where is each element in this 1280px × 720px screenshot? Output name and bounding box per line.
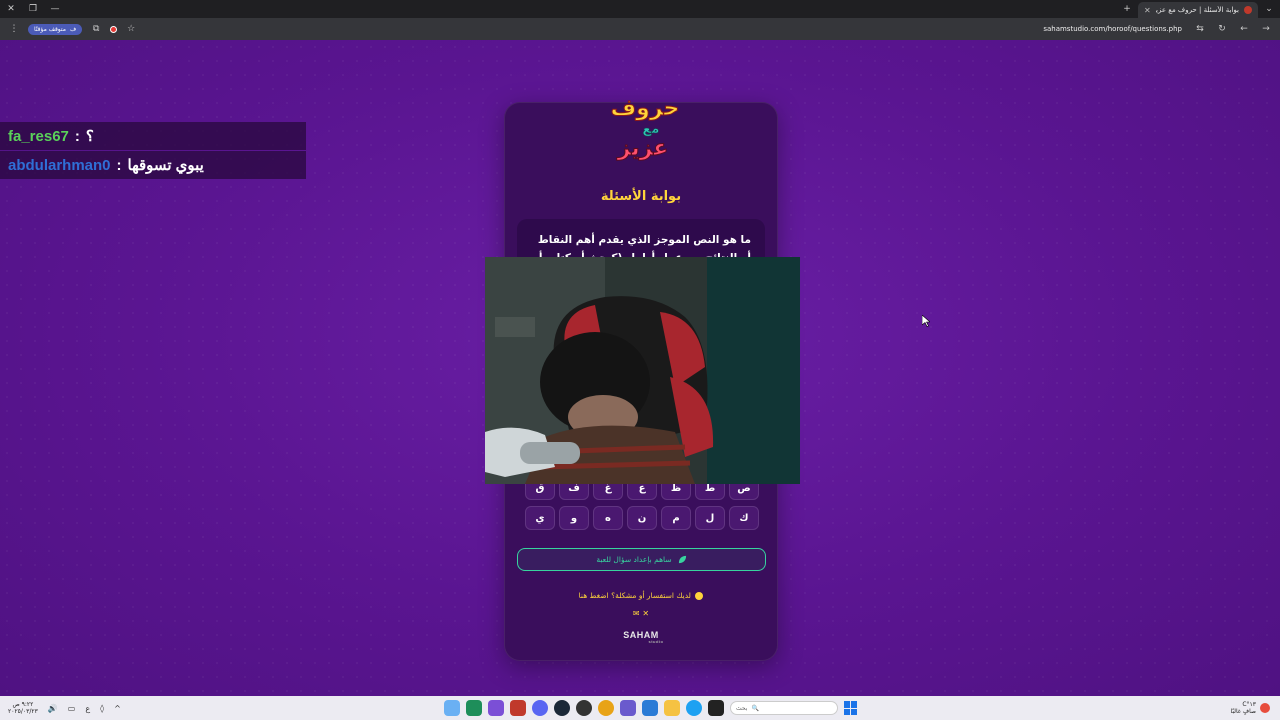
steam-icon[interactable] (554, 700, 570, 716)
tab-title: بوابة الأسئلة | حروف مع عزيز (1155, 6, 1239, 14)
app-icon[interactable] (642, 700, 658, 716)
start-button-icon[interactable] (844, 701, 858, 715)
clock[interactable]: ٩:٢٢ ص ٢٠٢٥/٠٣/٢٣ (8, 701, 38, 715)
tab-close-icon[interactable]: ✕ (1144, 6, 1151, 15)
obs-icon[interactable] (576, 700, 592, 716)
email-icon[interactable]: ✉ (633, 609, 640, 618)
tray-overflow-icon[interactable]: ^ (114, 704, 121, 713)
paused-profile-button[interactable]: متوقف مؤقتًا ف (28, 23, 83, 35)
windows-taskbar: ٩:٢٢ ص ٢٠٢٥/٠٣/٢٣ 🔊 ▭ ع ◊ ^ 🔍 بحث ١٣°C ص… (0, 696, 1280, 720)
svg-text:عزيز: عزيز (617, 136, 669, 161)
letter-key[interactable]: م (661, 506, 691, 530)
bookmark-star-icon[interactable]: ☆ (123, 24, 139, 34)
contribute-question-button[interactable]: ساهم بإعداد سؤال للعبة (517, 548, 766, 571)
browser-tab[interactable]: بوابة الأسئلة | حروف مع عزيز ✕ (1138, 2, 1258, 18)
reload-icon[interactable]: ↻ (1214, 24, 1230, 34)
address-toolbar: ⋮ متوقف مؤقتًا ف ⧉ ☆ sahamstudio.com/hor… (0, 18, 1280, 40)
saham-logo: SAHAM studio (505, 630, 777, 644)
menu-dots-icon[interactable]: ⋮ (6, 24, 22, 34)
search-placeholder: بحث (736, 704, 748, 712)
forward-icon[interactable]: → (1258, 24, 1274, 34)
search-icon: 🔍 (751, 704, 759, 712)
chat-username: fa_res67 (8, 127, 69, 145)
inquiry-label: لديك استفسار أو مشكلة؟ اضغط هنا (578, 591, 691, 600)
letter-grid: ص ط ظ ع غ ف ق ك ل م ن ه و ي (525, 476, 759, 530)
info-icon (695, 592, 704, 600)
chrome-icon[interactable] (598, 700, 614, 716)
letter-key[interactable]: ن (627, 506, 657, 530)
letter-key[interactable]: ه (593, 506, 623, 530)
letter-key[interactable]: ل (695, 506, 725, 530)
file-explorer-icon[interactable] (664, 700, 680, 716)
svg-text:حروف: حروف (611, 96, 680, 121)
x-icon[interactable]: ✕ (642, 609, 649, 618)
horoof-logo: حروف مع عزيز (610, 96, 680, 162)
network-icon[interactable]: ▭ (68, 704, 76, 713)
language-indicator[interactable]: ع (85, 704, 90, 713)
clock-date: ٢٠٢٥/٠٣/٢٣ (8, 708, 38, 715)
leaf-icon (678, 555, 686, 564)
app-icon[interactable] (466, 700, 482, 716)
system-tray-left: ٩:٢٢ ص ٢٠٢٥/٠٣/٢٣ 🔊 ▭ ع ◊ ^ (0, 696, 121, 720)
inquiry-link[interactable]: لديك استفسار أو مشكلة؟ اضغط هنا (505, 591, 777, 600)
tab-favicon-icon (1244, 6, 1252, 14)
close-window-icon[interactable]: ✕ (0, 0, 22, 18)
browser-tab-bar: ✕ ❐ — + بوابة الأسئلة | حروف مع عزيز ✕ ⌄ (0, 0, 1280, 18)
taskbar-search[interactable]: 🔍 بحث (730, 701, 838, 715)
restore-window-icon[interactable]: ❐ (22, 0, 44, 18)
url-field[interactable]: sahamstudio.com/horoof/questions.php (145, 25, 1186, 33)
mouse-cursor-icon (922, 315, 930, 327)
site-settings-icon[interactable]: ⇆ (1192, 24, 1208, 34)
recording-icon[interactable] (110, 25, 118, 33)
minimize-window-icon[interactable]: — (44, 0, 66, 18)
weather-widget[interactable]: ١٣°C صافٍ غالبًا (1231, 696, 1270, 720)
edge-icon[interactable] (686, 700, 702, 716)
social-links: ✉ ✕ (505, 609, 777, 618)
terminal-icon[interactable] (708, 700, 724, 716)
chat-message: fa_res67 : ؟ (0, 122, 306, 150)
extensions-icon[interactable]: ⧉ (88, 24, 104, 34)
webcam-feed (485, 257, 800, 484)
taskbar-apps: 🔍 بحث (444, 696, 858, 720)
task-view-icon[interactable] (444, 700, 460, 716)
chat-username: abdularhman0 (8, 156, 111, 174)
app-icon[interactable] (510, 700, 526, 716)
letter-key[interactable]: ك (729, 506, 759, 530)
letter-key[interactable]: و (559, 506, 589, 530)
chat-text: يبوي تسوقها (127, 157, 204, 174)
tab-search-icon[interactable]: ⌄ (1258, 0, 1280, 18)
chat-text: ؟ (85, 128, 94, 145)
profile-initial: ف (69, 25, 77, 33)
volume-icon[interactable]: 🔊 (48, 704, 58, 713)
svg-text:مع: مع (643, 122, 660, 137)
discord-icon[interactable] (532, 700, 548, 716)
stream-chat-overlay: fa_res67 : ؟ abdularhman0 : يبوي تسوقها (0, 122, 306, 180)
weather-temp: ١٣°C (1242, 701, 1256, 708)
microphone-icon[interactable]: ◊ (100, 704, 104, 713)
app-icon[interactable] (488, 700, 504, 716)
chat-message: abdularhman0 : يبوي تسوقها (0, 151, 306, 179)
app-icon[interactable] (620, 700, 636, 716)
new-tab-icon[interactable]: + (1116, 0, 1138, 18)
clock-time: ٩:٢٢ ص (12, 701, 34, 708)
brand-subtext: studio (648, 639, 664, 644)
weather-desc: صافٍ غالبًا (1230, 708, 1256, 715)
contribute-label: ساهم بإعداد سؤال للعبة (596, 555, 672, 564)
letter-key[interactable]: ي (525, 506, 555, 530)
paused-label: متوقف مؤقتًا (34, 25, 66, 33)
page-title: بوابة الأسئلة (600, 189, 682, 204)
weather-icon (1260, 703, 1270, 713)
back-icon[interactable]: ← (1236, 24, 1252, 34)
